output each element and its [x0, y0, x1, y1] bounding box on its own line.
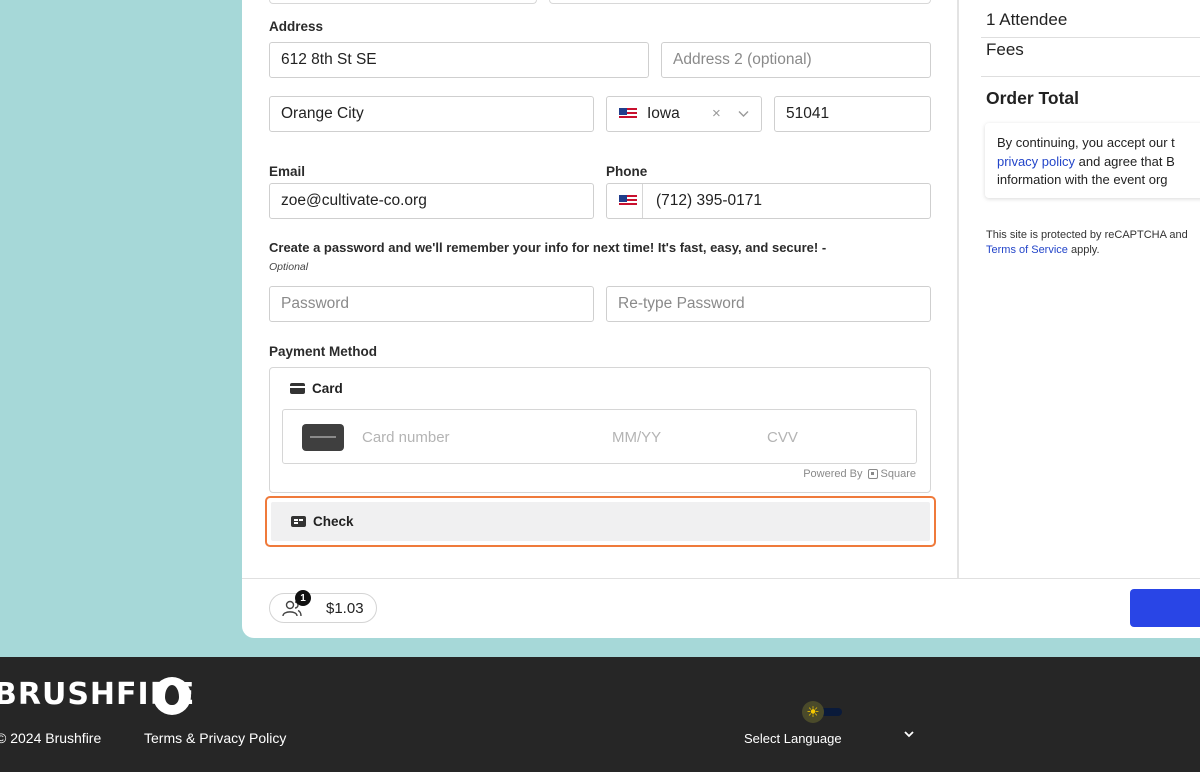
cvv-input[interactable]: CVV: [767, 429, 798, 446]
clipped-field-right: [549, 0, 931, 4]
phone-label: Phone: [606, 164, 648, 179]
password-field[interactable]: Password: [269, 286, 594, 322]
address1-field[interactable]: 612 8th St SE: [269, 42, 649, 78]
check-icon: [291, 516, 306, 527]
terms-privacy-link[interactable]: Terms & Privacy Policy: [144, 730, 286, 746]
cart-bar-divider: [242, 578, 1200, 579]
email-field[interactable]: zoe@cultivate-co.org: [269, 183, 594, 219]
chevron-down-icon[interactable]: [903, 728, 915, 740]
square-brand: Square: [880, 468, 916, 480]
expiry-input[interactable]: MM/YY: [612, 429, 661, 446]
chevron-down-icon: [738, 111, 749, 117]
brushfire-flame-icon: [153, 677, 191, 715]
card-option-label: Card: [312, 381, 343, 396]
card-payment-option[interactable]: Card Card number MM/YY CVV Powered By Sq…: [269, 367, 931, 493]
address-label: Address: [269, 19, 324, 34]
phone-value: (712) 395-0171: [656, 192, 762, 209]
theme-toggle[interactable]: ☀: [802, 701, 842, 723]
payment-method-label: Payment Method: [269, 344, 378, 359]
cart-summary-pill[interactable]: 1 $1.03: [269, 590, 377, 623]
state-value: Iowa: [647, 105, 680, 122]
column-divider: [957, 0, 959, 578]
select-language[interactable]: Select Language: [744, 731, 842, 746]
sun-icon: ☀: [802, 701, 824, 723]
email-label: Email: [269, 164, 306, 179]
card-placeholder-icon: [302, 424, 344, 451]
password-optional: Optional: [269, 261, 309, 273]
check-option-label: Check: [313, 514, 354, 529]
clear-icon[interactable]: ×: [712, 105, 721, 122]
address2-field[interactable]: Address 2 (optional): [661, 42, 931, 78]
city-field[interactable]: Orange City: [269, 96, 594, 132]
square-logo-icon: [867, 469, 878, 479]
us-flag-icon: [619, 195, 637, 207]
powered-by-square: Powered By Square: [803, 468, 916, 480]
card-number-input[interactable]: Card number: [362, 429, 450, 446]
continue-button[interactable]: [1130, 589, 1200, 627]
clipped-field-left: [269, 0, 537, 4]
phone-divider: [642, 184, 643, 218]
copyright: © 2024 Brushfire: [0, 730, 102, 746]
powered-by-label: Powered By: [803, 468, 863, 480]
credit-card-icon: [290, 383, 305, 394]
zip-field[interactable]: 51041: [774, 96, 931, 132]
square-card-form[interactable]: Card number MM/YY CVV: [282, 409, 917, 464]
us-flag-icon: [619, 108, 637, 120]
site-footer: BRUSHFIRE © 2024 Brushfire Terms & Priva…: [0, 657, 1200, 772]
cart-amount: $1.03: [326, 600, 364, 617]
card-option-header[interactable]: Card: [290, 381, 343, 396]
attendee-count-badge: 1: [295, 590, 311, 606]
retype-password-field[interactable]: Re-type Password: [606, 286, 931, 322]
phone-field[interactable]: (712) 395-0171: [606, 183, 931, 219]
password-prompt: Create a password and we'll remember you…: [269, 240, 827, 255]
state-select[interactable]: Iowa ×: [606, 96, 762, 132]
check-payment-option[interactable]: Check: [265, 496, 936, 547]
check-option-inner[interactable]: Check: [271, 502, 930, 541]
checkout-card: Address 612 8th St SE Address 2 (optiona…: [242, 0, 1200, 638]
